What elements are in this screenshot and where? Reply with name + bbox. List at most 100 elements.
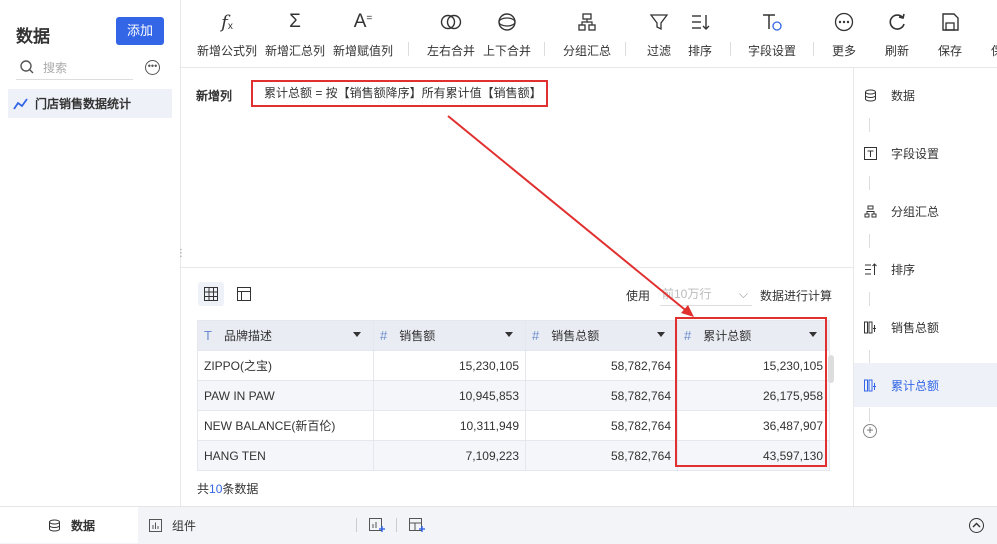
column-icon	[863, 378, 877, 392]
toolbar-label: 字段设置	[748, 44, 797, 58]
layout-view-button[interactable]	[231, 282, 257, 306]
row-limit-placeholder: 前10万行	[662, 287, 712, 301]
add-button[interactable]: 添加	[116, 17, 164, 45]
number-type-icon: #	[532, 328, 540, 343]
row-count-suffix: 条数据	[222, 482, 259, 496]
toolbar-group-summary[interactable]: 分组汇总	[563, 10, 611, 59]
bottom-divider	[356, 518, 357, 532]
column-header[interactable]: # 累计总额	[677, 320, 830, 351]
column-header[interactable]: # 销售额	[373, 320, 526, 351]
table-cell: 15,230,105	[373, 350, 526, 381]
step-label: 累计总额	[891, 378, 940, 393]
toolbar-add-formula-column[interactable]: fx 新增公式列	[197, 10, 257, 59]
row-count-prefix: 共	[197, 482, 210, 496]
toolbar-divider	[625, 42, 626, 56]
table-row: HANG TEN 7,109,223 58,782,764 43,597,130	[197, 440, 830, 471]
step-label: 销售总额	[891, 320, 940, 335]
add-step-icon[interactable]: +	[863, 424, 877, 438]
sidebar-item-dataset[interactable]: 门店销售数据统计	[8, 89, 172, 118]
formula-expression[interactable]: 累计总额 = 按【销售额降序】所有累计值【销售额】	[251, 80, 548, 107]
data-table: T 品牌描述 # 销售额 # 销售总额 # 累计总额 ZIPPO(之宝) 15,230,…	[197, 320, 830, 471]
toolbar-label: 新增汇总列	[265, 44, 326, 58]
toolbar-label: 过滤	[647, 44, 672, 58]
toolbar-filter[interactable]: 过滤	[647, 10, 671, 59]
add-dashboard-icon[interactable]	[409, 517, 425, 533]
column-header[interactable]: T 品牌描述	[197, 320, 374, 351]
toolbar-divider	[730, 42, 731, 56]
step-connector	[869, 292, 870, 306]
toolbar-field-settings[interactable]: 字段设置	[748, 10, 796, 59]
toolbar-refresh[interactable]: 刷新	[885, 10, 909, 59]
sum-icon: Σ	[289, 11, 301, 32]
step-total-sales[interactable]: 销售总额	[854, 305, 997, 349]
toolbar-more[interactable]: 更多	[832, 10, 856, 59]
database-icon	[863, 88, 877, 102]
dropdown-arrow-icon[interactable]	[809, 332, 817, 337]
dropdown-arrow-icon[interactable]	[657, 332, 665, 337]
toolbar-merge-horizontal[interactable]: 左右合并	[427, 10, 475, 59]
toolbar-divider	[813, 42, 814, 56]
formula-label: 新增列	[196, 89, 233, 103]
search-placeholder: 搜索	[43, 60, 68, 75]
more-options-icon[interactable]: •••	[145, 60, 160, 75]
number-type-icon: #	[380, 328, 388, 343]
table-cell: NEW BALANCE(新百伦)	[197, 410, 374, 441]
row-limit-select[interactable]: 前10万行 ⌵	[660, 282, 752, 306]
chart-icon	[148, 518, 162, 532]
step-connector	[869, 408, 870, 422]
step-label: 分组汇总	[891, 204, 940, 219]
group-icon	[863, 204, 877, 218]
step-connector	[869, 176, 870, 190]
table-cell: PAW IN PAW	[197, 380, 374, 411]
layout-icon	[237, 287, 251, 301]
step-cumulative-total[interactable]: 累计总额	[854, 363, 997, 407]
toolbar-add-summary-column[interactable]: Σ 新增汇总列	[265, 10, 325, 59]
merge-vertical-icon	[495, 10, 519, 34]
toolbar-merge-vertical[interactable]: 上下合并	[483, 10, 531, 59]
app-root: 数据 添加 搜索 ••• 门店销售数据统计 ⋮ fx 新增公式列 Σ 新增汇总列…	[0, 0, 997, 544]
add-chart-icon[interactable]	[369, 517, 385, 533]
panel-resize-handle[interactable]: ⋮	[176, 248, 186, 262]
formula-panel: 新增列 累计总额 = 按【销售额降序】所有累计值【销售额】	[181, 68, 853, 268]
toolbar-sort[interactable]: 排序	[688, 10, 712, 59]
table-row: PAW IN PAW 10,945,853 58,782,764 26,175,…	[197, 380, 830, 411]
table-cell: 7,109,223	[373, 440, 526, 471]
step-group-summary[interactable]: 分组汇总	[854, 189, 997, 233]
column-header[interactable]: # 销售总额	[525, 320, 678, 351]
search-input[interactable]: 搜索	[16, 55, 133, 80]
step-field-settings[interactable]: 字段设置	[854, 131, 997, 175]
toolbar-label: 排序	[688, 44, 713, 58]
step-sort[interactable]: 排序	[854, 247, 997, 291]
tab-components[interactable]: 组件	[148, 507, 196, 543]
table-cell: 58,782,764	[525, 350, 678, 381]
database-icon	[47, 518, 61, 532]
step-connector	[869, 118, 870, 132]
save-icon	[938, 10, 962, 34]
text-type-icon: T	[204, 328, 212, 343]
toolbar-save[interactable]: 保存	[938, 10, 962, 59]
tab-data[interactable]: 数据	[0, 507, 138, 543]
toolbar-divider	[408, 42, 409, 56]
step-data[interactable]: 数据	[854, 73, 997, 117]
dropdown-arrow-icon[interactable]	[353, 332, 361, 337]
column-name: 品牌描述	[223, 329, 272, 343]
toolbar-save-as[interactable]: 保	[985, 10, 997, 59]
table-cell: HANG TEN	[197, 440, 374, 471]
toolbar-add-assign-column[interactable]: A = 新增赋值列	[333, 10, 393, 59]
dropdown-arrow-icon[interactable]	[505, 332, 513, 337]
scrollbar[interactable]	[828, 355, 834, 383]
row-count: 共10条数据	[197, 480, 258, 497]
more-icon	[832, 10, 856, 34]
toolbar-label: 刷新	[885, 44, 910, 58]
filter-icon	[647, 10, 671, 34]
group-icon	[575, 10, 599, 34]
toolbar-label: 保	[990, 44, 997, 58]
sort-icon	[688, 10, 712, 34]
toolbar: fx 新增公式列 Σ 新增汇总列 A = 新增赋值列 左右合并 上下合并 分组汇总…	[181, 0, 997, 68]
use-label: 使用	[626, 289, 651, 303]
grid-view-button[interactable]	[198, 282, 224, 306]
toolbar-label: 新增赋值列	[333, 44, 394, 58]
table-header-row: T 品牌描述 # 销售额 # 销售总额 # 累计总额	[197, 320, 830, 351]
collapse-icon[interactable]	[969, 518, 984, 533]
toolbar-label: 更多	[832, 44, 857, 58]
